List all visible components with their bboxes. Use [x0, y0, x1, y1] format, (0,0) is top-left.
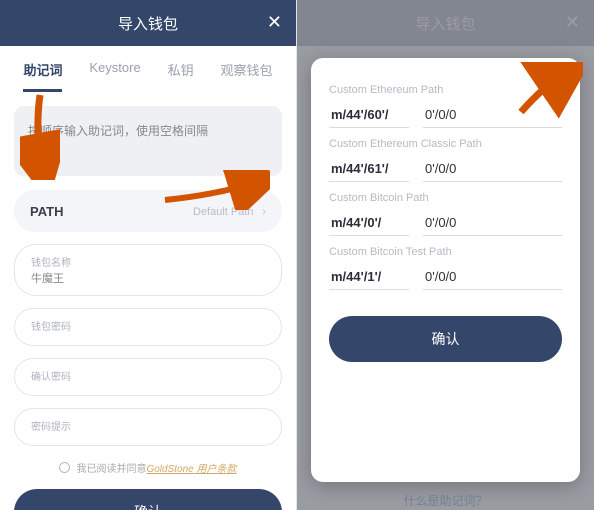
- path-prefix-input[interactable]: m/44'/1'/: [329, 264, 409, 290]
- confirm-password-field[interactable]: 确认密码: [14, 358, 282, 396]
- page-title: 导入钱包: [118, 13, 178, 34]
- close-icon[interactable]: ✕: [267, 12, 282, 33]
- field-label: 钱包密码: [31, 318, 265, 333]
- form-area: 按顺序输入助记词，使用空格间隔 PATH Default Path › 钱包名称…: [0, 92, 296, 510]
- header-bar: 导入钱包 ✕: [0, 0, 296, 46]
- path-label: Custom Bitcoin Test Path: [329, 246, 562, 258]
- import-wallet-screen: 导入钱包 ✕ 助记词 Keystore 私钥 观察钱包 按顺序输入助记词，使用空…: [0, 0, 297, 510]
- import-wallet-screen-modal: 导入钱包 ✕ 助记词 Keystore 私钥 观察钱包 确认 什么是助记词？ C…: [297, 0, 594, 510]
- tab-keystore[interactable]: Keystore: [89, 60, 140, 92]
- path-label: PATH: [30, 204, 63, 219]
- field-value: 牛魔王: [31, 270, 265, 286]
- tabs: 助记词 Keystore 私钥 观察钱包: [0, 46, 296, 92]
- header-bar: 导入钱包 ✕: [297, 0, 594, 46]
- wallet-name-field[interactable]: 钱包名称 牛魔王: [14, 244, 282, 296]
- modal-confirm-button[interactable]: 确认: [329, 316, 562, 362]
- what-is-mnemonic-link: 什么是助记词？: [311, 492, 580, 509]
- field-label: 密码提示: [31, 418, 265, 433]
- tab-mnemonic[interactable]: 助记词: [23, 60, 62, 92]
- path-group: Custom Ethereum Classic Path m/44'/61'/ …: [329, 138, 562, 182]
- path-group: Custom Ethereum Path m/44'/60'/ 0'/0/0: [329, 84, 562, 128]
- path-label: Custom Ethereum Classic Path: [329, 138, 562, 150]
- path-suffix-input[interactable]: 0'/0/0: [423, 102, 562, 128]
- tab-private-key[interactable]: 私钥: [168, 60, 194, 92]
- path-prefix-input[interactable]: m/44'/0'/: [329, 210, 409, 236]
- path-group: Custom Bitcoin Test Path m/44'/1'/ 0'/0/…: [329, 246, 562, 290]
- path-config-modal: Custom Ethereum Path m/44'/60'/ 0'/0/0 C…: [311, 58, 580, 482]
- terms-row: 我已阅读并同意 GoldStone 用户条款: [14, 460, 282, 475]
- path-label: Custom Bitcoin Path: [329, 192, 562, 204]
- terms-checkbox[interactable]: [59, 462, 70, 473]
- path-group: Custom Bitcoin Path m/44'/0'/ 0'/0/0: [329, 192, 562, 236]
- password-hint-field[interactable]: 密码提示: [14, 408, 282, 446]
- mnemonic-input[interactable]: 按顺序输入助记词，使用空格间隔: [14, 106, 282, 176]
- field-label: 钱包名称: [31, 254, 265, 269]
- tab-watch-wallet[interactable]: 观察钱包: [221, 60, 273, 92]
- page-title: 导入钱包: [415, 13, 475, 34]
- field-label: 确认密码: [31, 368, 265, 383]
- close-icon: ✕: [565, 12, 580, 33]
- path-selector[interactable]: PATH Default Path ›: [14, 190, 282, 232]
- chevron-right-icon: ›: [262, 204, 266, 218]
- confirm-button[interactable]: 确认: [14, 489, 282, 510]
- path-value: Default Path: [193, 206, 254, 218]
- path-label: Custom Ethereum Path: [329, 84, 562, 96]
- path-prefix-input[interactable]: m/44'/60'/: [329, 102, 409, 128]
- terms-link[interactable]: GoldStone 用户条款: [146, 460, 236, 475]
- path-suffix-input[interactable]: 0'/0/0: [423, 264, 562, 290]
- terms-text: 我已阅读并同意: [76, 460, 146, 475]
- path-suffix-input[interactable]: 0'/0/0: [423, 210, 562, 236]
- path-prefix-input[interactable]: m/44'/61'/: [329, 156, 409, 182]
- wallet-password-field[interactable]: 钱包密码: [14, 308, 282, 346]
- path-suffix-input[interactable]: 0'/0/0: [423, 156, 562, 182]
